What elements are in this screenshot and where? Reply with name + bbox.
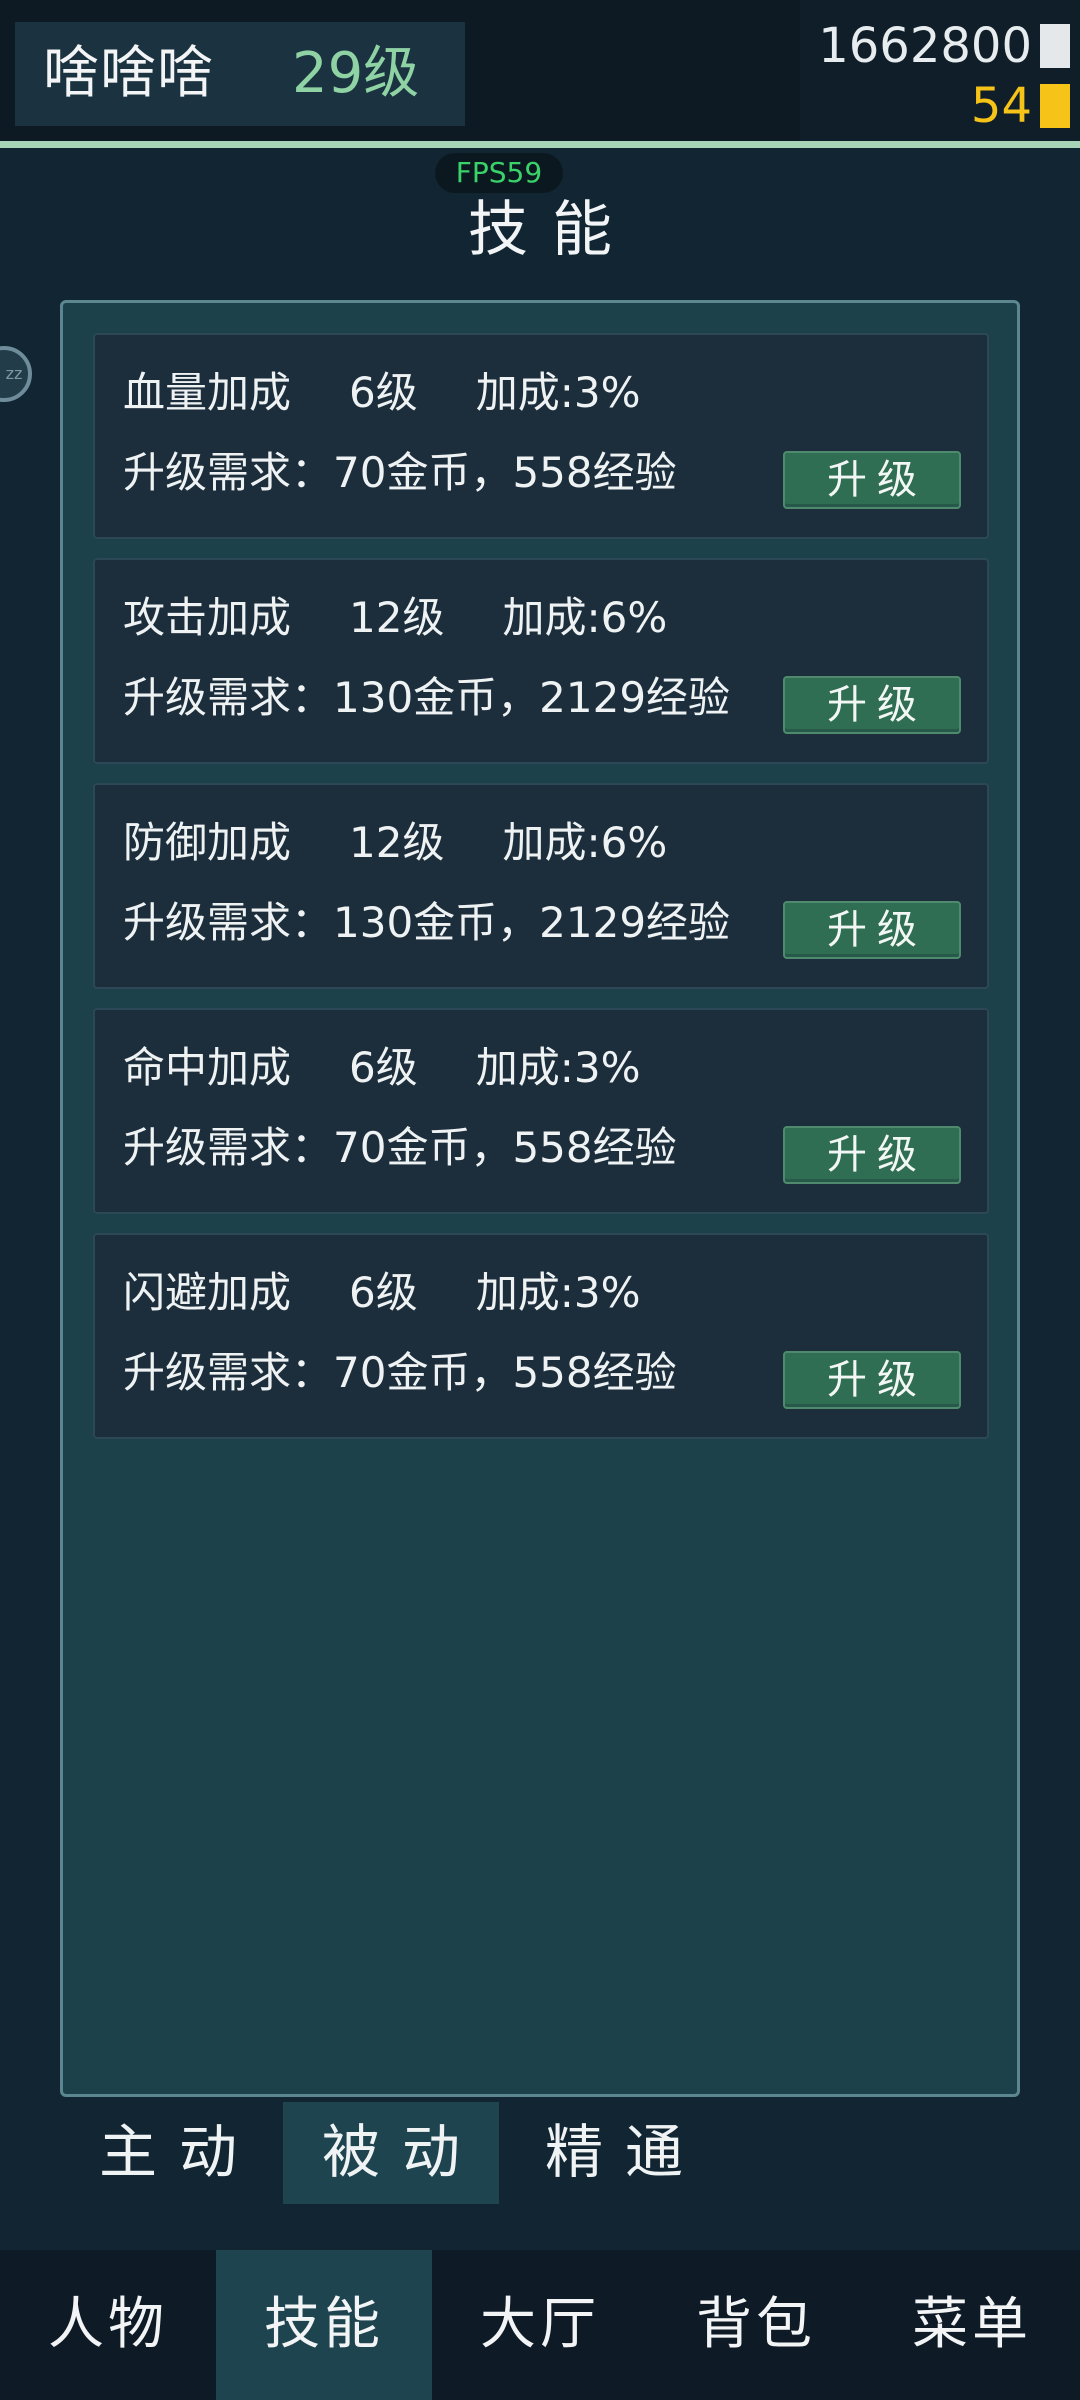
gold-value: 1662800: [818, 18, 1032, 74]
skill-name: 攻击加成: [123, 593, 292, 642]
skill-header: 攻击加成 12级 加成:6%: [123, 592, 667, 644]
gem-value: 54: [970, 78, 1032, 134]
skill-requirement: 升级需求：130金币，2129经验: [123, 898, 731, 947]
nav-menu[interactable]: 菜单: [864, 2250, 1080, 2400]
skill-name: 血量加成: [123, 368, 292, 417]
sleep-icon-label: zz: [5, 364, 23, 383]
skill-card: 血量加成 6级 加成:3% 升级需求：70金币，558经验 升级: [93, 333, 989, 539]
tab-passive[interactable]: 被动: [283, 2102, 499, 2204]
skill-card: 攻击加成 12级 加成:6% 升级需求：130金币，2129经验 升级: [93, 558, 989, 764]
gem-counter: 54: [971, 82, 1070, 130]
gold-counter: 1662800: [818, 22, 1070, 70]
skill-header: 闪避加成 6级 加成:3%: [123, 1267, 641, 1319]
player-name: 啥啥啥: [43, 41, 214, 106]
skill-level: 6级: [349, 1043, 418, 1092]
nav-backpack[interactable]: 背包: [648, 2250, 864, 2400]
upgrade-button[interactable]: 升级: [783, 451, 961, 509]
skill-level: 12级: [349, 818, 445, 867]
skills-panel: 血量加成 6级 加成:3% 升级需求：70金币，558经验 升级 攻击加成 12级 加成…: [60, 300, 1020, 2097]
skill-card: 命中加成 6级 加成:3% 升级需求：70金币，558经验 升级: [93, 1008, 989, 1214]
skill-bonus: 加成:3%: [475, 368, 641, 417]
skill-name: 闪避加成: [123, 1268, 292, 1317]
gem-icon: [1040, 84, 1070, 128]
player-info[interactable]: 啥啥啥 29级: [15, 22, 465, 126]
skill-requirement: 升级需求：70金币，558经验: [123, 1123, 677, 1172]
tab-active[interactable]: 主动: [60, 2102, 276, 2204]
page-title: 技能: [468, 195, 636, 265]
nav-skills[interactable]: 技能: [216, 2250, 432, 2400]
nav-character[interactable]: 人物: [0, 2250, 216, 2400]
skill-bonus: 加成:6%: [502, 593, 668, 642]
skill-name: 命中加成: [123, 1043, 292, 1092]
skill-name: 防御加成: [123, 818, 292, 867]
skill-header: 防御加成 12级 加成:6%: [123, 817, 667, 869]
fps-counter: FPS59: [435, 153, 563, 193]
bottom-nav: 人物 技能 大厅 背包 菜单: [0, 2250, 1080, 2400]
upgrade-button[interactable]: 升级: [783, 1351, 961, 1409]
skill-bonus: 加成:6%: [502, 818, 668, 867]
skill-card: 闪避加成 6级 加成:3% 升级需求：70金币，558经验 升级: [93, 1233, 989, 1439]
divider: [0, 141, 1080, 148]
skill-header: 血量加成 6级 加成:3%: [123, 367, 641, 419]
skill-bonus: 加成:3%: [475, 1268, 641, 1317]
skill-requirement: 升级需求：130金币，2129经验: [123, 673, 731, 722]
resources-panel: 1662800 54: [800, 0, 1080, 141]
skill-level: 6级: [349, 368, 418, 417]
sleep-icon[interactable]: zz: [0, 346, 32, 402]
upgrade-button[interactable]: 升级: [783, 676, 961, 734]
skill-requirement: 升级需求：70金币，558经验: [123, 1348, 677, 1397]
skill-card: 防御加成 12级 加成:6% 升级需求：130金币，2129经验 升级: [93, 783, 989, 989]
nav-lobby[interactable]: 大厅: [432, 2250, 648, 2400]
skill-header: 命中加成 6级 加成:3%: [123, 1042, 641, 1094]
skill-requirement: 升级需求：70金币，558经验: [123, 448, 677, 497]
skill-level: 6级: [349, 1268, 418, 1317]
skill-level: 12级: [349, 593, 445, 642]
skill-bonus: 加成:3%: [475, 1043, 641, 1092]
tab-mastery[interactable]: 精通: [506, 2102, 722, 2204]
player-level: 29级: [292, 41, 420, 106]
skill-type-tabs: 主动 被动 精通: [60, 2102, 1020, 2204]
upgrade-button[interactable]: 升级: [783, 1126, 961, 1184]
coin-icon: [1040, 24, 1070, 68]
upgrade-button[interactable]: 升级: [783, 901, 961, 959]
top-bar: 啥啥啥 29级 1662800 54: [0, 0, 1080, 141]
